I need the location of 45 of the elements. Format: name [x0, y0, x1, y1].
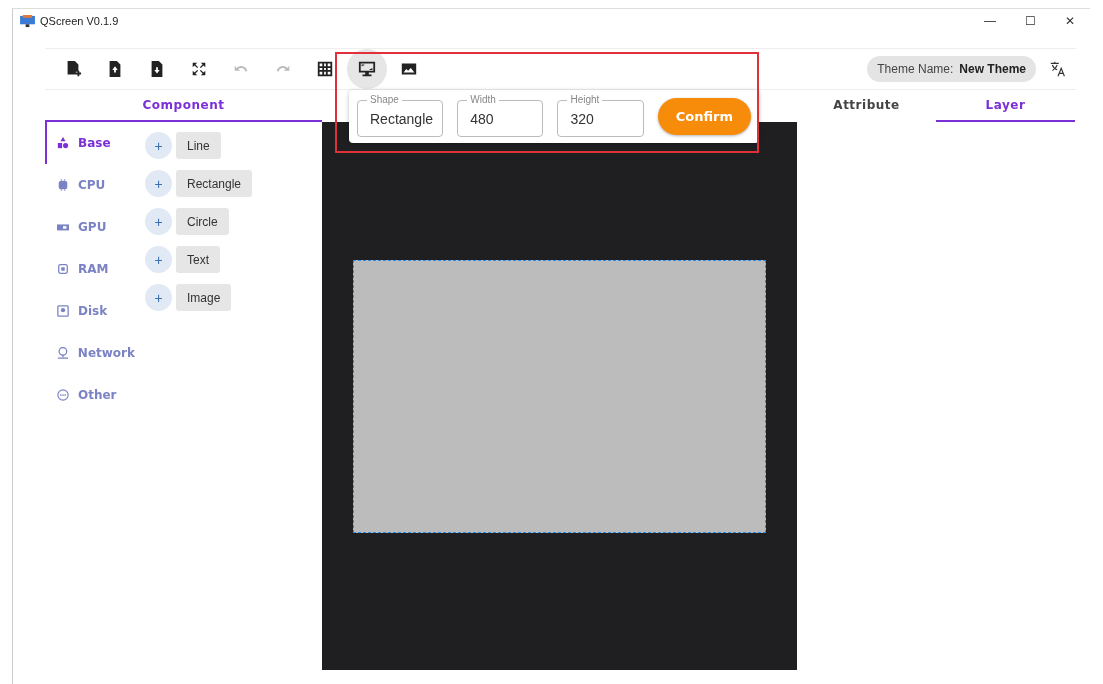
monitor-icon [20, 14, 35, 28]
grid-icon [316, 60, 334, 78]
category-item[interactable]: Disk [45, 290, 145, 332]
shapes-icon [57, 137, 69, 149]
add-button[interactable]: + [145, 170, 172, 197]
dots-circle-icon [57, 389, 69, 401]
component-chip[interactable]: Text [176, 246, 220, 273]
add-button[interactable]: + [145, 208, 172, 235]
add-button[interactable]: + [145, 246, 172, 273]
input-field[interactable]: Height 320 [557, 93, 644, 137]
chip-icon [57, 179, 69, 191]
category-item[interactable]: Other [45, 374, 145, 416]
input-field[interactable]: Shape Rectangle [357, 93, 444, 137]
category-item[interactable]: CPU [45, 164, 145, 206]
panel-tab[interactable]: Layer [936, 90, 1075, 122]
card-icon [57, 221, 69, 233]
field-label: Height [567, 93, 603, 106]
theme-label: Theme Name: [877, 62, 954, 76]
component-chip[interactable]: Rectangle [176, 170, 253, 197]
maximize-button[interactable]: ☐ [1010, 14, 1050, 28]
add-button[interactable]: + [145, 284, 172, 311]
panel-tab[interactable]: Component [45, 90, 322, 122]
minimize-button[interactable]: — [970, 14, 1010, 28]
add-button[interactable]: + [145, 132, 172, 159]
input-field[interactable]: Width 480 [457, 93, 544, 137]
category-item[interactable]: Network [45, 332, 145, 374]
window-title: QScreen V0.1.9 [40, 15, 119, 27]
expand-arrows-icon [190, 60, 208, 78]
chip-icon [57, 263, 69, 275]
category-item[interactable]: RAM [45, 248, 145, 290]
field-label: Shape [367, 93, 402, 106]
component-chip[interactable]: Image [176, 284, 232, 311]
category-item[interactable]: GPU [45, 206, 145, 248]
monitor-icon [358, 60, 376, 78]
close-button[interactable]: ✕ [1050, 14, 1090, 28]
field-label: Width [467, 93, 499, 106]
component-chip[interactable]: Line [176, 132, 221, 159]
theme-name-chip[interactable]: Theme Name: New Theme [867, 56, 1036, 82]
panel-tab[interactable]: Attribute [797, 90, 936, 122]
drive-icon [57, 305, 69, 317]
theme-value: New Theme [959, 62, 1026, 76]
screen-button[interactable] [347, 49, 387, 89]
category-item[interactable]: Base [45, 122, 145, 164]
translate-icon[interactable] [1050, 61, 1066, 77]
component-chip[interactable]: Circle [176, 208, 229, 235]
